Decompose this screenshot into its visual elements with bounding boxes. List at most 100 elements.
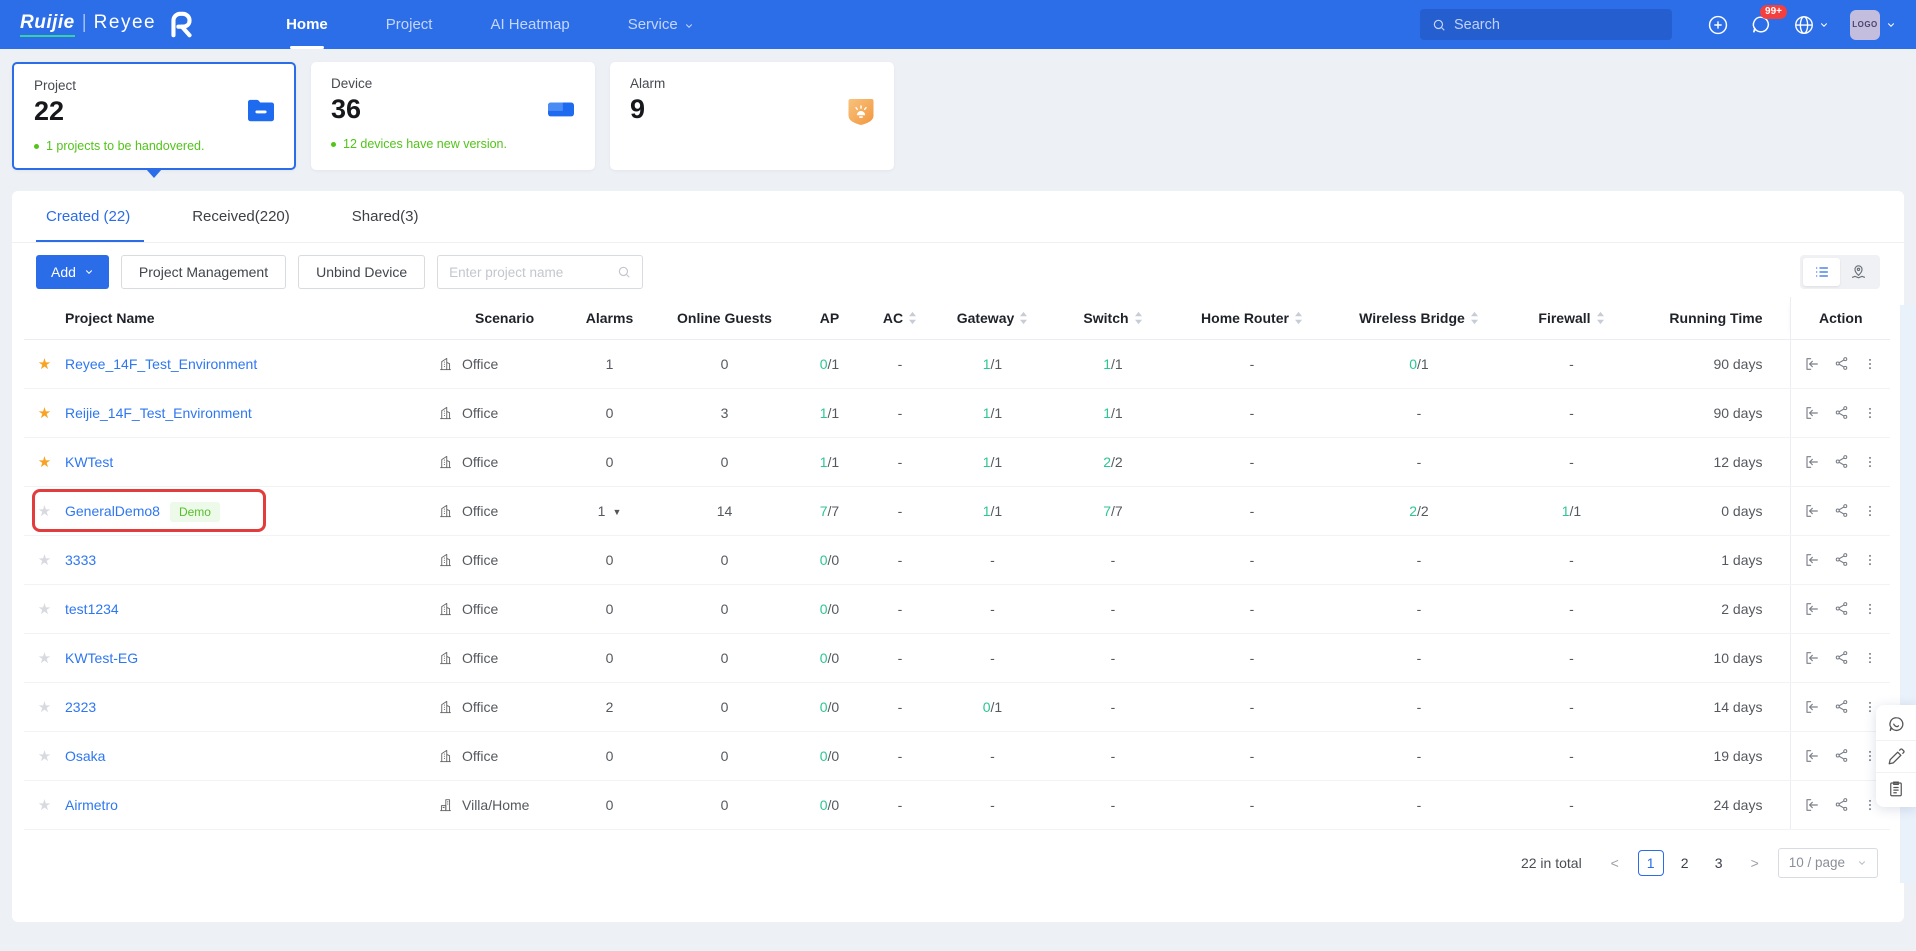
favorite-star-icon[interactable]: ★ bbox=[38, 797, 51, 814]
sort-icon[interactable] bbox=[1470, 311, 1479, 325]
tab-received-220[interactable]: Received(220) bbox=[192, 191, 290, 242]
table-row[interactable]: ★3333Office000/0------1 days bbox=[24, 535, 1890, 584]
project-name-search[interactable] bbox=[437, 255, 643, 289]
table-row[interactable]: ★Reijie_14F_Test_EnvironmentOffice031/1-… bbox=[24, 388, 1890, 437]
page-size-select[interactable]: 10 / page bbox=[1778, 848, 1878, 878]
more-actions-icon[interactable] bbox=[1863, 454, 1877, 470]
table-row[interactable]: ★GeneralDemo8DemoOffice1▼147/7-1/17/7-2/… bbox=[24, 486, 1890, 535]
clipboard-icon[interactable] bbox=[1876, 772, 1916, 804]
project-name-link[interactable]: test1234 bbox=[65, 601, 119, 617]
open-project-icon[interactable] bbox=[1804, 650, 1820, 666]
project-name-link[interactable]: Reyee_14F_Test_Environment bbox=[65, 356, 257, 372]
share-icon[interactable] bbox=[1834, 552, 1849, 567]
sort-icon[interactable] bbox=[908, 311, 917, 325]
table-row[interactable]: ★KWTest-EGOffice000/0------10 days bbox=[24, 633, 1890, 682]
prev-page-button[interactable]: < bbox=[1602, 850, 1628, 876]
open-project-icon[interactable] bbox=[1804, 748, 1820, 764]
project-name-link[interactable]: GeneralDemo8 bbox=[65, 503, 160, 519]
more-actions-icon[interactable] bbox=[1863, 356, 1877, 372]
globe-icon[interactable] bbox=[1793, 14, 1829, 36]
column-header-label: Gateway bbox=[957, 310, 1015, 326]
project-name-link[interactable]: 3333 bbox=[65, 552, 96, 568]
favorite-star-icon[interactable]: ★ bbox=[38, 405, 51, 422]
nav-item-service[interactable]: Service bbox=[628, 0, 694, 49]
project-name-link[interactable]: Osaka bbox=[65, 748, 105, 764]
list-view-icon[interactable] bbox=[1803, 258, 1840, 286]
table-row[interactable]: ★OsakaOffice000/0------19 days bbox=[24, 731, 1890, 780]
open-project-icon[interactable] bbox=[1804, 405, 1820, 421]
page-button-3[interactable]: 3 bbox=[1706, 850, 1732, 876]
account-menu[interactable]: LOGO bbox=[1850, 10, 1896, 40]
add-button[interactable]: Add bbox=[36, 255, 109, 289]
plus-circle-icon[interactable] bbox=[1707, 14, 1729, 36]
favorite-star-icon[interactable]: ★ bbox=[38, 601, 51, 618]
share-icon[interactable] bbox=[1834, 503, 1849, 518]
open-project-icon[interactable] bbox=[1804, 454, 1820, 470]
open-project-icon[interactable] bbox=[1804, 797, 1820, 813]
open-project-icon[interactable] bbox=[1804, 699, 1820, 715]
page-button-1[interactable]: 1 bbox=[1638, 850, 1664, 876]
sort-icon[interactable] bbox=[1019, 311, 1028, 325]
table-row[interactable]: ★Reyee_14F_Test_EnvironmentOffice100/1-1… bbox=[24, 339, 1890, 388]
open-project-icon[interactable] bbox=[1804, 601, 1820, 617]
unbind-device-button[interactable]: Unbind Device bbox=[298, 255, 425, 289]
table-row[interactable]: ★2323Office200/0-0/1----14 days bbox=[24, 682, 1890, 731]
favorite-star-icon[interactable]: ★ bbox=[38, 356, 51, 373]
project-name-link[interactable]: Reijie_14F_Test_Environment bbox=[65, 405, 252, 421]
project-name-link[interactable]: 2323 bbox=[65, 699, 96, 715]
favorite-star-icon[interactable]: ★ bbox=[38, 699, 51, 716]
notification-icon[interactable]: 99+ bbox=[1750, 14, 1772, 36]
share-icon[interactable] bbox=[1834, 356, 1849, 371]
open-project-icon[interactable] bbox=[1804, 503, 1820, 519]
more-actions-icon[interactable] bbox=[1863, 503, 1877, 519]
project-name-link[interactable]: Airmetro bbox=[65, 797, 118, 813]
brand-logo[interactable]: Ruijie | Reyee bbox=[20, 11, 194, 38]
share-icon[interactable] bbox=[1834, 650, 1849, 665]
map-view-icon[interactable] bbox=[1840, 258, 1877, 286]
next-page-button[interactable]: > bbox=[1742, 850, 1768, 876]
search-icon[interactable] bbox=[617, 265, 631, 279]
more-actions-icon[interactable] bbox=[1863, 601, 1877, 617]
avatar[interactable]: LOGO bbox=[1850, 10, 1880, 40]
open-project-icon[interactable] bbox=[1804, 356, 1820, 372]
share-icon[interactable] bbox=[1834, 699, 1849, 714]
share-icon[interactable] bbox=[1834, 748, 1849, 763]
table-row[interactable]: ★test1234Office000/0------2 days bbox=[24, 584, 1890, 633]
favorite-star-icon[interactable]: ★ bbox=[38, 503, 51, 520]
project-name-link[interactable]: KWTest bbox=[65, 454, 113, 470]
share-icon[interactable] bbox=[1834, 454, 1849, 469]
more-actions-icon[interactable] bbox=[1863, 405, 1877, 421]
alarms-dropdown-icon[interactable]: ▼ bbox=[612, 507, 621, 517]
nav-item-project[interactable]: Project bbox=[386, 0, 433, 49]
more-actions-icon[interactable] bbox=[1863, 552, 1877, 568]
favorite-star-icon[interactable]: ★ bbox=[38, 650, 51, 667]
project-management-button[interactable]: Project Management bbox=[121, 255, 286, 289]
table-row[interactable]: ★KWTestOffice001/1-1/12/2---12 days bbox=[24, 437, 1890, 486]
summary-card-project[interactable]: Project221 projects to be handovered. bbox=[12, 62, 296, 170]
global-search[interactable] bbox=[1420, 9, 1672, 40]
favorite-star-icon[interactable]: ★ bbox=[38, 748, 51, 765]
sort-icon[interactable] bbox=[1134, 311, 1143, 325]
sort-icon[interactable] bbox=[1294, 311, 1303, 325]
favorite-star-icon[interactable]: ★ bbox=[38, 454, 51, 471]
nav-item-ai-heatmap[interactable]: AI Heatmap bbox=[490, 0, 569, 49]
share-icon[interactable] bbox=[1834, 797, 1849, 812]
table-row[interactable]: ★AirmetroVilla/Home000/0------24 days bbox=[24, 780, 1890, 829]
page-button-2[interactable]: 2 bbox=[1672, 850, 1698, 876]
open-project-icon[interactable] bbox=[1804, 552, 1820, 568]
tab-shared-3[interactable]: Shared(3) bbox=[352, 191, 419, 242]
summary-card-device[interactable]: Device3612 devices have new version. bbox=[311, 62, 595, 170]
project-name-search-input[interactable] bbox=[449, 265, 609, 280]
signature-pen-icon[interactable] bbox=[1876, 740, 1916, 772]
nav-item-home[interactable]: Home bbox=[286, 0, 328, 49]
chat-bubble-icon[interactable] bbox=[1876, 708, 1916, 740]
tab-created-22[interactable]: Created (22) bbox=[46, 191, 130, 242]
search-input[interactable] bbox=[1454, 17, 1660, 33]
share-icon[interactable] bbox=[1834, 405, 1849, 420]
more-actions-icon[interactable] bbox=[1863, 650, 1877, 666]
share-icon[interactable] bbox=[1834, 601, 1849, 616]
favorite-star-icon[interactable]: ★ bbox=[38, 552, 51, 569]
project-name-link[interactable]: KWTest-EG bbox=[65, 650, 138, 666]
sort-icon[interactable] bbox=[1596, 311, 1605, 325]
summary-card-alarm[interactable]: Alarm9 bbox=[610, 62, 894, 170]
